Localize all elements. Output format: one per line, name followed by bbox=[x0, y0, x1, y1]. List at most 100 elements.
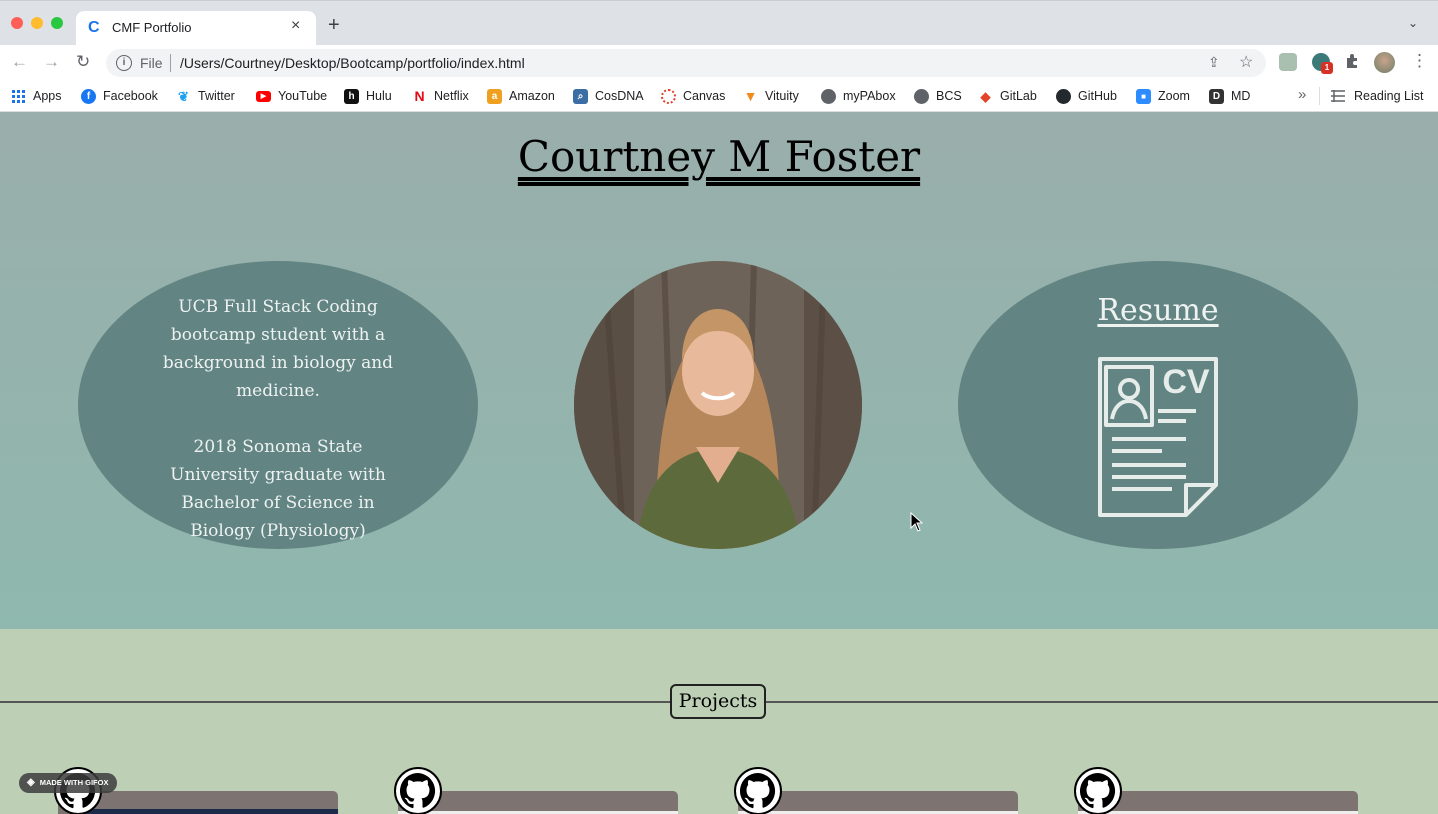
bookmark-label: GitHub bbox=[1078, 89, 1117, 103]
gifox-watermark: ◈ MADE WITH GIFOX bbox=[19, 773, 118, 793]
favicon-icon: C bbox=[88, 19, 100, 36]
bookmarks-bar: Apps f Facebook ❦ Twitter ▶ YouTube h Hulu N… bbox=[0, 81, 1438, 112]
cosdna-icon: ⌕ bbox=[573, 88, 588, 104]
bookmark-amazon[interactable]: a Amazon bbox=[487, 87, 555, 105]
bookmark-label: Amazon bbox=[509, 89, 555, 103]
bookmarks-overflow-icon[interactable]: » bbox=[1298, 86, 1306, 103]
bookmark-mypabox[interactable]: myPAbox bbox=[821, 87, 896, 105]
github-icon[interactable] bbox=[1074, 767, 1122, 814]
cv-icon-text: CV bbox=[1162, 363, 1210, 401]
extensions-puzzle-icon[interactable] bbox=[1344, 53, 1362, 71]
tab-title: CMF Portfolio bbox=[112, 20, 192, 35]
profile-photo bbox=[574, 261, 862, 549]
bookmark-label: Canvas bbox=[683, 89, 726, 103]
bookmark-netflix[interactable]: N Netflix bbox=[412, 87, 469, 105]
extension-badge: 1 bbox=[1321, 62, 1333, 74]
bookmark-youtube[interactable]: ▶ YouTube bbox=[256, 87, 327, 105]
tab-bar: C CMF Portfolio × + ⌄ bbox=[0, 0, 1438, 46]
scheme-label: File bbox=[140, 55, 163, 71]
mouse-cursor-icon bbox=[910, 512, 924, 532]
extension-icon[interactable] bbox=[1279, 53, 1297, 71]
bookmark-label: CosDNA bbox=[595, 89, 644, 103]
bookmark-label: myPAbox bbox=[843, 89, 896, 103]
tab-close-icon[interactable]: × bbox=[291, 17, 300, 35]
projects-heading: Projects bbox=[670, 684, 766, 719]
amazon-icon: a bbox=[487, 88, 502, 104]
reading-list-icon bbox=[1331, 90, 1345, 102]
watermark-text: MADE WITH GIFOX bbox=[39, 778, 109, 787]
globe-icon bbox=[914, 88, 929, 104]
zoom-window-button[interactable] bbox=[51, 17, 63, 29]
bookmark-gitlab[interactable]: ◆ GitLab bbox=[978, 87, 1037, 105]
bookmark-label: Netflix bbox=[434, 89, 469, 103]
address-separator bbox=[170, 54, 171, 72]
bookmark-hulu[interactable]: h Hulu bbox=[344, 87, 392, 105]
bookmark-label: GitLab bbox=[1000, 89, 1037, 103]
reload-button[interactable]: ↻ bbox=[76, 52, 90, 72]
close-window-button[interactable] bbox=[11, 17, 23, 29]
back-button[interactable]: ← bbox=[11, 52, 28, 72]
bookmark-vituity[interactable]: ▼ Vituity bbox=[743, 87, 799, 105]
apps-grid-icon bbox=[12, 89, 25, 103]
bookmark-label: MD bbox=[1231, 89, 1251, 103]
bookmarks-separator bbox=[1319, 87, 1320, 105]
reading-list-button[interactable]: Reading List bbox=[1331, 87, 1424, 105]
hero-section: Courtney M Foster UCB Full Stack Coding … bbox=[0, 112, 1438, 629]
profile-avatar[interactable] bbox=[1374, 52, 1395, 73]
bookmark-label: Twitter bbox=[198, 89, 235, 103]
netflix-icon: N bbox=[414, 87, 425, 104]
facebook-icon: f bbox=[81, 88, 96, 104]
projects-section: Projects ◈ MADE WITH GIFOX bbox=[0, 629, 1438, 814]
bookmark-bcs[interactable]: BCS bbox=[914, 87, 962, 105]
site-info-icon[interactable]: i bbox=[116, 55, 132, 71]
github-icon bbox=[1056, 88, 1071, 104]
address-bar[interactable]: i File /Users/Courtney/Desktop/Bootcamp/… bbox=[106, 49, 1266, 77]
bio-paragraph-1: UCB Full Stack Coding bootcamp student w… bbox=[162, 297, 394, 401]
url-text[interactable]: /Users/Courtney/Desktop/Bootcamp/portfol… bbox=[180, 55, 525, 71]
minimize-window-button[interactable] bbox=[31, 17, 43, 29]
tab-search-icon[interactable]: ⌄ bbox=[1408, 16, 1418, 30]
bio-oval: UCB Full Stack Coding bootcamp student w… bbox=[78, 261, 478, 549]
bookmark-apps[interactable]: Apps bbox=[12, 87, 62, 105]
github-icon[interactable] bbox=[394, 767, 442, 814]
vituity-icon: ▼ bbox=[743, 87, 758, 104]
browser-tab[interactable]: C CMF Portfolio × bbox=[76, 11, 316, 46]
bio-text: UCB Full Stack Coding bootcamp student w… bbox=[148, 293, 408, 545]
canvas-icon bbox=[661, 88, 676, 104]
bookmark-twitter[interactable]: ❦ Twitter bbox=[176, 87, 235, 105]
grammarly-icon[interactable]: 1 bbox=[1312, 53, 1333, 74]
resume-link[interactable]: Resume bbox=[958, 293, 1358, 328]
toolbar: ← → ↻ i File /Users/Courtney/Desktop/Boo… bbox=[0, 45, 1438, 81]
hulu-icon: h bbox=[344, 88, 359, 104]
twitter-icon: ❦ bbox=[178, 88, 189, 104]
globe-icon bbox=[821, 88, 836, 104]
bookmark-label: BCS bbox=[936, 89, 962, 103]
bookmark-star-icon[interactable]: ☆ bbox=[1239, 52, 1253, 72]
bookmark-label: Apps bbox=[33, 89, 62, 103]
page-title: Courtney M Foster bbox=[517, 132, 921, 181]
bio-paragraph-2: 2018 Sonoma State University graduate wi… bbox=[170, 437, 386, 541]
bookmark-label: Zoom bbox=[1158, 89, 1190, 103]
bookmark-facebook[interactable]: f Facebook bbox=[81, 87, 158, 105]
browser-window: C CMF Portfolio × + ⌄ ← → ↻ i File /User… bbox=[0, 0, 1438, 814]
forward-button[interactable]: → bbox=[43, 52, 60, 72]
browser-menu-icon[interactable]: ⋮ bbox=[1411, 51, 1428, 71]
gitlab-icon: ◆ bbox=[980, 88, 991, 104]
reading-list-label: Reading List bbox=[1354, 89, 1424, 103]
github-icon[interactable] bbox=[734, 767, 782, 814]
share-icon[interactable]: ⇪ bbox=[1208, 54, 1220, 71]
md-icon: D bbox=[1209, 88, 1224, 104]
zoom-icon: ■ bbox=[1136, 88, 1151, 104]
youtube-icon: ▶ bbox=[256, 90, 271, 102]
bookmark-label: Facebook bbox=[103, 89, 158, 103]
bookmark-zoom[interactable]: ■ Zoom bbox=[1136, 87, 1190, 105]
bookmark-canvas[interactable]: Canvas bbox=[661, 87, 725, 105]
cv-document-icon[interactable]: CV bbox=[1092, 355, 1224, 519]
bookmark-label: Hulu bbox=[366, 89, 392, 103]
bookmark-md[interactable]: D MD bbox=[1209, 87, 1250, 105]
bookmark-github[interactable]: GitHub bbox=[1056, 87, 1117, 105]
resume-oval: Resume CV bbox=[958, 261, 1358, 549]
new-tab-button[interactable]: + bbox=[328, 15, 340, 35]
bookmark-cosdna[interactable]: ⌕ CosDNA bbox=[573, 87, 644, 105]
bookmark-label: YouTube bbox=[278, 89, 328, 103]
